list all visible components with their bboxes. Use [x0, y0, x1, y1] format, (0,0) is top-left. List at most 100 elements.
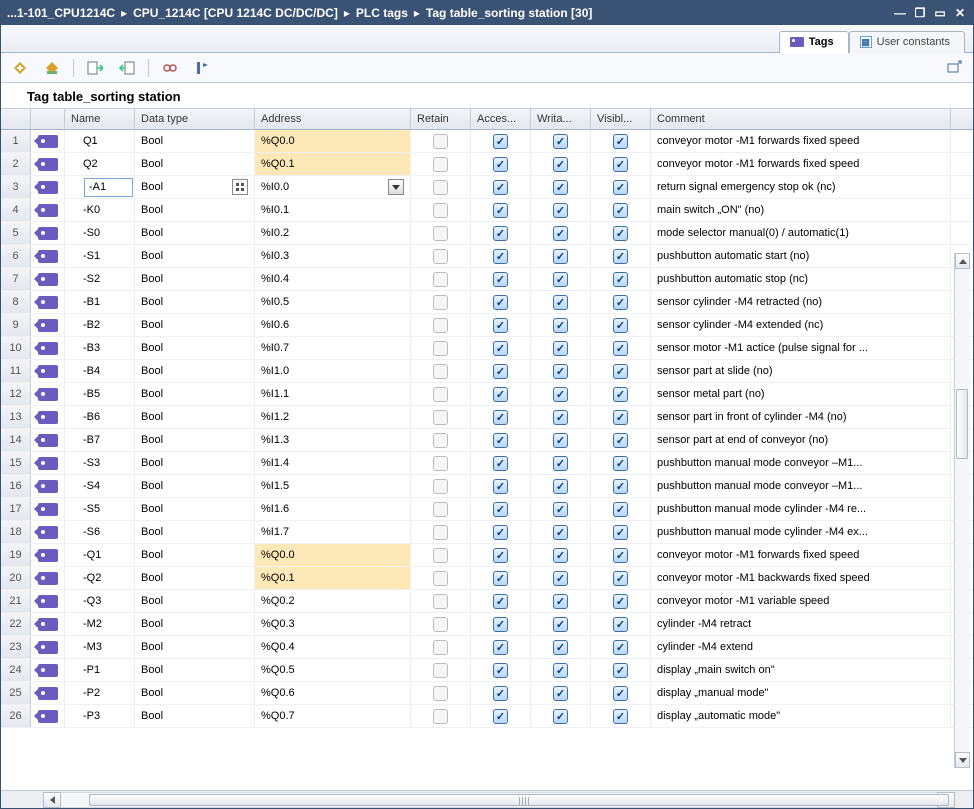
row-number[interactable]: 14 [1, 429, 31, 451]
checkbox[interactable] [493, 594, 508, 609]
cell-writable[interactable] [531, 659, 591, 681]
cell-address[interactable]: %I1.2 [255, 406, 411, 428]
table-row[interactable]: 22-M2Bool%Q0.3cylinder -M4 retract [1, 613, 973, 636]
row-number[interactable]: 19 [1, 544, 31, 566]
row-number[interactable]: 8 [1, 291, 31, 313]
cell-writable[interactable] [531, 153, 591, 175]
cell-visible[interactable] [591, 406, 651, 428]
checkbox[interactable] [433, 571, 448, 586]
cell-address[interactable]: %I0.2 [255, 222, 411, 244]
cell-accessible[interactable] [471, 199, 531, 221]
cell-visible[interactable] [591, 498, 651, 520]
checkbox[interactable] [433, 617, 448, 632]
cell-name[interactable]: -A1 [65, 176, 135, 198]
cell-visible[interactable] [591, 452, 651, 474]
cell-comment[interactable]: conveyor motor -M1 variable speed [651, 590, 951, 612]
cell-datatype[interactable]: Bool [135, 659, 255, 681]
cell-name[interactable]: -S0 [65, 222, 135, 244]
col-comment[interactable]: Comment [651, 109, 951, 129]
checkbox[interactable] [433, 502, 448, 517]
cell-accessible[interactable] [471, 153, 531, 175]
row-number[interactable]: 23 [1, 636, 31, 658]
cell-address[interactable]: %Q0.1 [255, 567, 411, 589]
cell-name[interactable]: -P2 [65, 682, 135, 704]
checkbox[interactable] [433, 180, 448, 195]
cell-name[interactable]: -B3 [65, 337, 135, 359]
row-number[interactable]: 17 [1, 498, 31, 520]
table-row[interactable]: 1Q1Bool%Q0.0conveyor motor -M1 forwards … [1, 130, 973, 153]
checkbox[interactable] [433, 433, 448, 448]
checkbox[interactable] [553, 249, 568, 264]
cell-accessible[interactable] [471, 705, 531, 727]
cell-address[interactable]: %Q0.3 [255, 613, 411, 635]
cell-name[interactable]: -S3 [65, 452, 135, 474]
cell-comment[interactable]: sensor part in front of cylinder -M4 (no… [651, 406, 951, 428]
checkbox[interactable] [493, 410, 508, 425]
cell-datatype[interactable]: Bool [135, 475, 255, 497]
cell-accessible[interactable] [471, 475, 531, 497]
table-row[interactable]: 5-S0Bool%I0.2mode selector manual(0) / a… [1, 222, 973, 245]
checkbox[interactable] [553, 180, 568, 195]
cell-address[interactable]: %Q0.5 [255, 659, 411, 681]
datatype-picker-icon[interactable] [232, 179, 248, 195]
row-number[interactable]: 26 [1, 705, 31, 727]
cell-name[interactable]: -P3 [65, 705, 135, 727]
cell-retain[interactable] [411, 452, 471, 474]
checkbox[interactable] [493, 203, 508, 218]
cell-address[interactable]: %I0.3 [255, 245, 411, 267]
row-number[interactable]: 5 [1, 222, 31, 244]
cell-comment[interactable]: pushbutton manual mode cylinder -M4 ex..… [651, 521, 951, 543]
checkbox[interactable] [433, 157, 448, 172]
checkbox[interactable] [433, 272, 448, 287]
row-number[interactable]: 22 [1, 613, 31, 635]
checkbox[interactable] [613, 249, 628, 264]
cell-datatype[interactable]: Bool [135, 682, 255, 704]
table-row[interactable]: 25-P2Bool%Q0.6display „manual mode" [1, 682, 973, 705]
cell-accessible[interactable] [471, 383, 531, 405]
checkbox[interactable] [553, 525, 568, 540]
checkbox[interactable] [613, 502, 628, 517]
cell-datatype[interactable]: Bool [135, 291, 255, 313]
cell-name[interactable]: -S6 [65, 521, 135, 543]
cell-address[interactable]: %I0.4 [255, 268, 411, 290]
cell-datatype[interactable]: Bool [135, 245, 255, 267]
checkbox[interactable] [493, 226, 508, 241]
cell-retain[interactable] [411, 590, 471, 612]
scroll-track[interactable] [955, 269, 970, 752]
checkbox[interactable] [433, 479, 448, 494]
cell-retain[interactable] [411, 705, 471, 727]
cell-name[interactable]: -P1 [65, 659, 135, 681]
checkbox[interactable] [493, 456, 508, 471]
checkbox[interactable] [553, 479, 568, 494]
cell-name[interactable]: -Q1 [65, 544, 135, 566]
table-row[interactable]: 2Q2Bool%Q0.1conveyor motor -M1 forwards … [1, 153, 973, 176]
cell-name[interactable]: -S1 [65, 245, 135, 267]
row-number[interactable]: 13 [1, 406, 31, 428]
cell-comment[interactable]: return signal emergency stop ok (nc) [651, 176, 951, 198]
cell-visible[interactable] [591, 222, 651, 244]
checkbox[interactable] [493, 571, 508, 586]
scroll-thumb[interactable] [89, 794, 949, 806]
cell-comment[interactable]: conveyor motor -M1 forwards fixed speed [651, 130, 951, 152]
export-button[interactable] [84, 57, 106, 79]
checkbox[interactable] [433, 663, 448, 678]
row-number[interactable]: 16 [1, 475, 31, 497]
cell-writable[interactable] [531, 636, 591, 658]
checkbox[interactable] [613, 226, 628, 241]
cell-visible[interactable] [591, 475, 651, 497]
cell-comment[interactable]: mode selector manual(0) / automatic(1) [651, 222, 951, 244]
checkbox[interactable] [493, 686, 508, 701]
checkbox[interactable] [433, 594, 448, 609]
cell-address[interactable]: %Q0.7 [255, 705, 411, 727]
cell-address[interactable]: %Q0.6 [255, 682, 411, 704]
cell-address[interactable]: %I1.7 [255, 521, 411, 543]
cell-retain[interactable] [411, 199, 471, 221]
cell-visible[interactable] [591, 314, 651, 336]
cell-writable[interactable] [531, 498, 591, 520]
cell-name[interactable]: -M3 [65, 636, 135, 658]
cell-address[interactable]: %I1.6 [255, 498, 411, 520]
cell-writable[interactable] [531, 176, 591, 198]
checkbox[interactable] [613, 272, 628, 287]
cell-name[interactable]: -B5 [65, 383, 135, 405]
checkbox[interactable] [553, 318, 568, 333]
